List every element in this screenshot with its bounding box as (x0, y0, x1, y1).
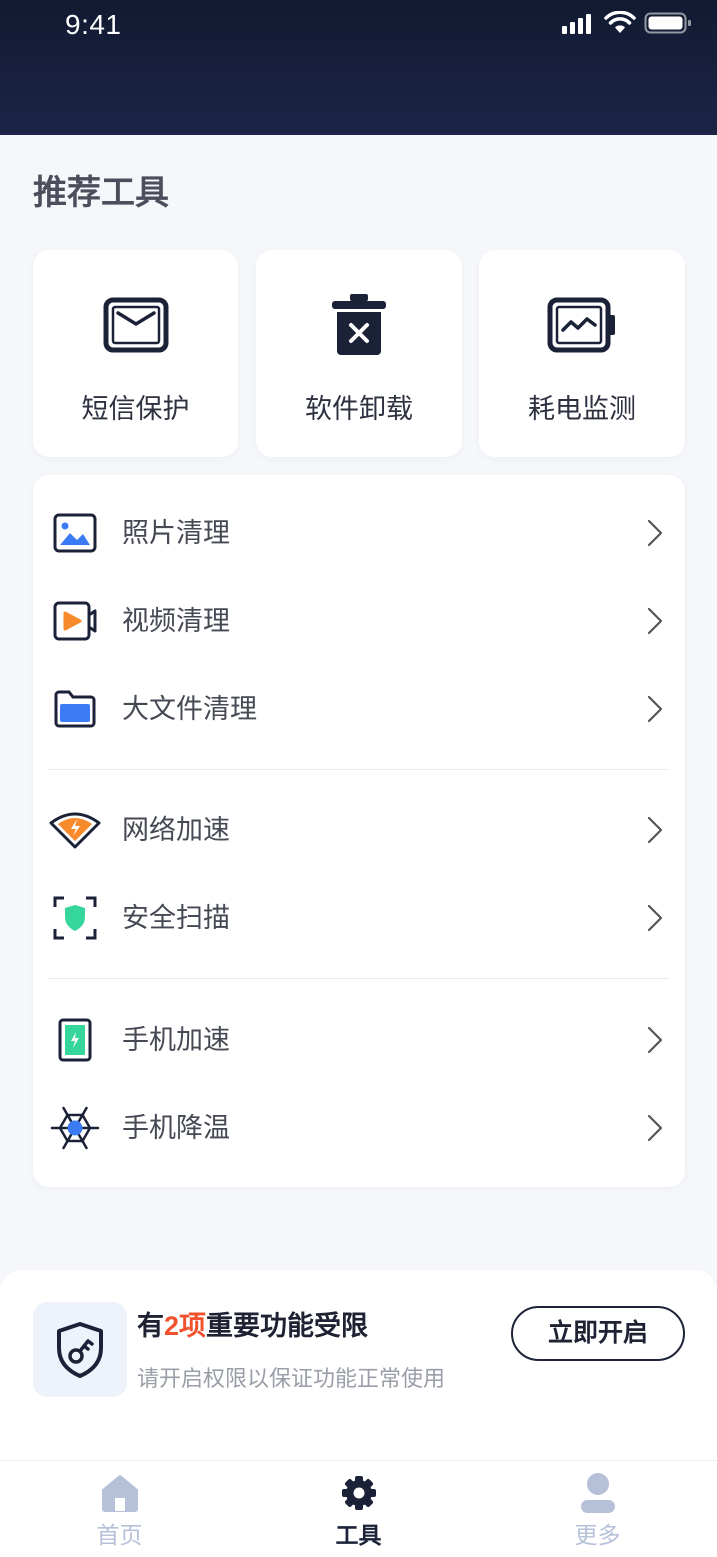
chevron-right-icon (647, 695, 663, 723)
folder-icon (47, 681, 103, 737)
list-item-label: 视频清理 (122, 606, 230, 636)
video-icon (47, 593, 103, 649)
chevron-right-icon (647, 1026, 663, 1054)
shield-scan-icon (47, 890, 103, 946)
chevron-right-icon (647, 519, 663, 547)
wifi-icon (604, 11, 636, 33)
list-item-label: 网络加速 (122, 815, 230, 845)
cooling-icon (47, 1100, 103, 1156)
phone-boost-icon (47, 1012, 103, 1068)
list-item-phone-boost[interactable]: 手机加速 (33, 996, 685, 1084)
status-time: 9:41 (65, 9, 122, 40)
list-item-security-scan[interactable]: 安全扫描 (33, 874, 685, 962)
banner-title: 有2项重要功能受限 (137, 1308, 368, 1344)
list-item-video-clean[interactable]: 视频清理 (33, 577, 685, 665)
list-item-label: 手机降温 (122, 1113, 230, 1143)
rec-card-sms-protect[interactable]: 短信保护 (33, 250, 238, 457)
chevron-right-icon (647, 816, 663, 844)
list-item-label: 安全扫描 (122, 903, 230, 933)
shield-key-icon (33, 1302, 127, 1397)
wifi-speed-icon (47, 802, 103, 858)
tools-screen: 9:41 推荐工具 短信保护 软件卸载 耗电监测 照片清理 视频清理 大文件清理… (0, 0, 717, 1557)
signal-icon (562, 14, 591, 34)
tab-more[interactable]: 更多 (478, 1461, 717, 1557)
banner-title-prefix: 有 (137, 1311, 164, 1341)
tab-bar: 首页 工具 更多 (0, 1460, 717, 1557)
divider (48, 978, 669, 979)
enable-now-button[interactable]: 立即开启 (511, 1306, 685, 1361)
tab-label: 工具 (335, 1522, 382, 1548)
banner-title-highlight: 2项 (164, 1311, 207, 1341)
rec-card-label: 短信保护 (81, 394, 190, 424)
chevron-right-icon (647, 1114, 663, 1142)
gear-icon (239, 1472, 478, 1514)
user-icon (478, 1472, 717, 1514)
list-item-phone-cooling[interactable]: 手机降温 (33, 1084, 685, 1172)
list-item-large-file-clean[interactable]: 大文件清理 (33, 665, 685, 753)
message-icon (33, 295, 238, 355)
trash-icon (256, 294, 462, 355)
battery-monitor-icon (479, 295, 685, 355)
chevron-right-icon (647, 904, 663, 932)
list-item-network-boost[interactable]: 网络加速 (33, 786, 685, 874)
divider (48, 769, 669, 770)
rec-card-label: 软件卸载 (305, 394, 413, 424)
home-icon (0, 1472, 239, 1514)
rec-card-label: 耗电监测 (528, 394, 636, 424)
tab-home[interactable]: 首页 (0, 1461, 239, 1557)
list-item-label: 手机加速 (122, 1025, 230, 1055)
permission-banner: 有2项重要功能受限 请开启权限以保证功能正常使用 立即开启 (0, 1270, 717, 1460)
rec-card-power-monitor[interactable]: 耗电监测 (479, 250, 685, 457)
list-item-photo-clean[interactable]: 照片清理 (33, 489, 685, 577)
list-item-label: 大文件清理 (122, 694, 257, 724)
tab-tools[interactable]: 工具 (239, 1461, 478, 1557)
tab-label: 更多 (574, 1522, 621, 1548)
tab-label: 首页 (96, 1522, 143, 1548)
section-title: 推荐工具 (33, 174, 169, 212)
chevron-right-icon (647, 607, 663, 635)
rec-card-uninstall[interactable]: 软件卸载 (256, 250, 462, 457)
banner-subtitle: 请开启权限以保证功能正常使用 (137, 1366, 446, 1391)
photo-icon (47, 505, 103, 561)
list-item-label: 照片清理 (122, 518, 230, 548)
battery-icon (644, 12, 691, 34)
tool-list: 照片清理 视频清理 大文件清理 网络加速 安全扫描 手机加速 手机降温 (33, 475, 685, 1187)
header: 9:41 (0, 0, 717, 135)
banner-title-suffix: 重要功能受限 (206, 1311, 369, 1341)
